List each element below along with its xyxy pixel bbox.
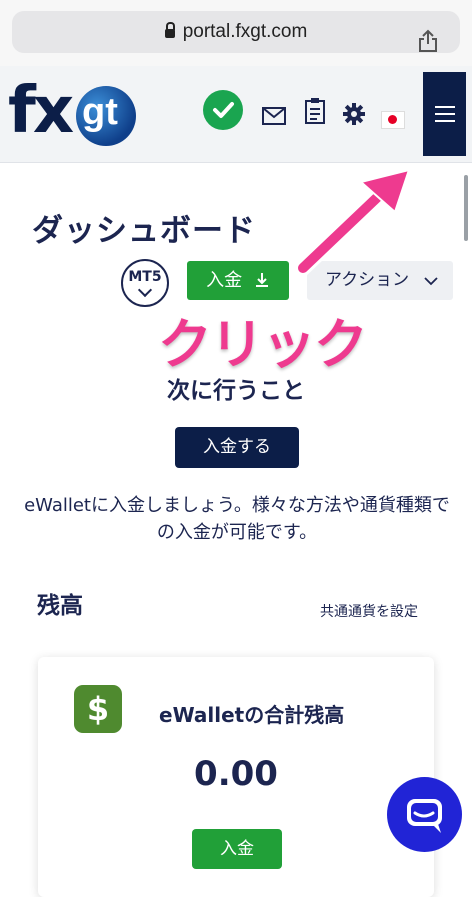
deposit-button[interactable]: 入金	[187, 261, 289, 300]
ewallet-total-balance-title: eWalletの合計残高	[159, 703, 345, 727]
page-title: ダッシュボード	[32, 213, 256, 249]
deposit-button-label: 入金	[206, 270, 243, 291]
logo-fx-text: fx	[8, 74, 74, 148]
chevron-down-icon	[424, 277, 438, 286]
gear-icon[interactable]	[343, 103, 365, 125]
make-deposit-button[interactable]: 入金する	[175, 427, 299, 468]
fxgt-logo[interactable]: fx gt	[8, 74, 138, 152]
url-text: portal.fxgt.com	[12, 21, 460, 43]
logo-gt-text: gt	[82, 91, 118, 133]
check-circle-icon[interactable]	[203, 90, 243, 130]
annotation-arrow	[295, 168, 411, 276]
mail-icon[interactable]	[262, 107, 286, 125]
card-deposit-button[interactable]: 入金	[192, 829, 282, 869]
japan-flag-icon[interactable]	[381, 111, 405, 129]
ewallet-balance-card: $ eWalletの合計残高 0.00 入金	[38, 657, 434, 897]
lock-icon	[164, 22, 175, 38]
download-icon	[255, 273, 268, 287]
balance-title: 残高	[37, 593, 83, 619]
ewallet-balance-amount: 0.00	[194, 754, 278, 794]
chat-icon[interactable]	[387, 777, 462, 852]
browser-url-bar: portal.fxgt.com	[0, 0, 472, 66]
hamburger-menu-icon[interactable]	[423, 72, 466, 156]
dollar-icon: $	[74, 685, 122, 733]
next-steps-description: eWalletに入金しましょう。様々な方法や通貨種類での入金が可能です。	[24, 495, 450, 543]
clipboard-icon[interactable]	[305, 98, 325, 124]
share-icon[interactable]	[418, 29, 438, 53]
set-common-currency-link[interactable]: 共通通貨を設定	[320, 601, 418, 621]
click-annotation-label: クリック	[156, 311, 370, 378]
address-field[interactable]: portal.fxgt.com	[12, 11, 460, 53]
chevron-down-icon	[137, 282, 153, 298]
site-header: fx gt	[0, 66, 472, 163]
scrollbar[interactable]	[464, 175, 468, 241]
next-steps-title: 次に行うこと	[167, 378, 305, 404]
